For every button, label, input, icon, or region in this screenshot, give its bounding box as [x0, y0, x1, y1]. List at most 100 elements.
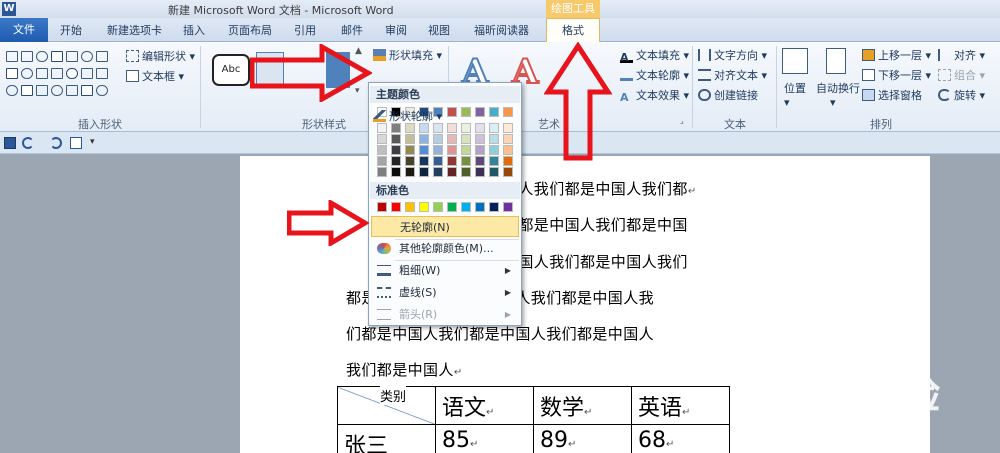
text-fill-button[interactable]: A 文本填充 ▾	[620, 47, 689, 64]
shape-curve-icon[interactable]	[21, 85, 33, 96]
theme-color-tint-swatch[interactable]	[447, 145, 457, 155]
customize-qat-icon[interactable]: ▾	[90, 137, 102, 149]
theme-color-tint-swatch[interactable]	[447, 123, 457, 133]
arrows-menu-item[interactable]: 箭头(R) ▶	[371, 304, 519, 325]
table-header-cell[interactable]: 数学↵	[533, 386, 632, 425]
standard-color-swatch[interactable]	[391, 202, 401, 212]
no-outline-menu-item[interactable]: 无轮廓(N)	[371, 216, 519, 237]
table-cell[interactable]: 85↵	[435, 424, 534, 453]
theme-color-tint-swatch[interactable]	[503, 134, 513, 144]
theme-color-swatch[interactable]	[489, 107, 499, 117]
theme-color-tint-swatch[interactable]	[475, 123, 485, 133]
shape-textbox-icon[interactable]	[21, 51, 33, 62]
theme-color-tint-swatch[interactable]	[433, 134, 443, 144]
theme-color-tint-swatch[interactable]	[419, 134, 429, 144]
standard-color-swatch[interactable]	[503, 202, 513, 212]
shape-freeform-icon[interactable]	[6, 85, 18, 96]
theme-color-tint-swatch[interactable]	[461, 156, 471, 166]
shape-more-icon[interactable]	[96, 85, 108, 96]
theme-color-tint-swatch[interactable]	[503, 156, 513, 166]
tab-format[interactable]: 格式	[546, 18, 600, 43]
selection-pane-button[interactable]: 选择窗格	[862, 87, 922, 103]
wrap-text-button[interactable]: 自动换行 ▾	[816, 80, 860, 109]
score-table[interactable]: 类别 语文↵ 数学↵ 英语↵ 张三 85↵ 89↵ 68↵	[337, 386, 730, 453]
theme-color-tint-swatch[interactable]	[475, 145, 485, 155]
weight-menu-item[interactable]: 粗细(W) ▶	[371, 260, 519, 281]
tab-new[interactable]: 新建选项卡	[107, 22, 162, 38]
theme-color-tint-swatch[interactable]	[377, 145, 387, 155]
table-cell[interactable]: 89↵	[533, 424, 632, 453]
theme-color-tint-swatch[interactable]	[489, 145, 499, 155]
table-header-cell-diagonal[interactable]: 类别	[337, 386, 436, 425]
standard-color-swatch[interactable]	[377, 202, 387, 212]
position-icon[interactable]	[782, 48, 808, 74]
theme-color-tint-swatch[interactable]	[489, 134, 499, 144]
tab-file[interactable]: 文件	[0, 18, 48, 42]
wrap-text-icon[interactable]	[826, 48, 846, 74]
dashes-menu-item[interactable]: 虚线(S) ▶	[371, 282, 519, 303]
shape-square-icon[interactable]	[6, 68, 18, 79]
theme-color-tint-swatch[interactable]	[433, 145, 443, 155]
theme-color-tint-swatch[interactable]	[461, 134, 471, 144]
theme-color-tint-swatch[interactable]	[461, 123, 471, 133]
shape-elbow-icon[interactable]	[51, 68, 63, 79]
theme-color-tint-swatch[interactable]	[461, 145, 471, 155]
tab-mailings[interactable]: 邮件	[341, 22, 363, 38]
theme-color-swatch[interactable]	[447, 107, 457, 117]
standard-color-swatch[interactable]	[447, 202, 457, 212]
theme-color-tint-swatch[interactable]	[447, 167, 457, 177]
theme-color-tint-swatch[interactable]	[377, 134, 387, 144]
theme-color-tint-swatch[interactable]	[475, 134, 485, 144]
tab-home[interactable]: 开始	[60, 22, 82, 38]
word-app-icon[interactable]: W	[2, 2, 16, 16]
table-cell[interactable]: 张三	[337, 424, 436, 453]
theme-color-tint-swatch[interactable]	[391, 167, 401, 177]
theme-color-tint-swatch[interactable]	[419, 145, 429, 155]
theme-color-tint-swatch[interactable]	[489, 123, 499, 133]
bring-forward-button[interactable]: 上移一层 ▾	[862, 47, 931, 63]
theme-color-tint-swatch[interactable]	[475, 156, 485, 166]
shape-fill-button[interactable]: 形状填充 ▾	[373, 47, 442, 63]
theme-color-tint-swatch[interactable]	[461, 167, 471, 177]
theme-color-tint-swatch[interactable]	[391, 134, 401, 144]
shape-arc-icon[interactable]	[36, 85, 48, 96]
theme-color-tint-swatch[interactable]	[419, 156, 429, 166]
send-backward-button[interactable]: 下移一层 ▾	[862, 67, 931, 83]
shape-brace-left-icon[interactable]	[66, 85, 78, 96]
theme-color-tint-swatch[interactable]	[475, 167, 485, 177]
position-button[interactable]: 位置 ▾	[784, 80, 806, 109]
theme-color-tint-swatch[interactable]	[433, 156, 443, 166]
tab-view[interactable]: 视图	[428, 22, 450, 38]
table-cell[interactable]: 68↵	[631, 424, 730, 453]
shape-pentagon-icon[interactable]	[96, 68, 108, 79]
edit-shape-button[interactable]: 编辑形状 ▾	[126, 48, 195, 64]
theme-color-swatch[interactable]	[475, 107, 485, 117]
shapes-gallery[interactable]	[6, 48, 116, 104]
theme-color-tint-swatch[interactable]	[377, 123, 387, 133]
align-button[interactable]: 对齐 ▾	[938, 47, 985, 63]
align-text-button[interactable]: 对齐文本 ▾	[698, 67, 767, 83]
tab-review[interactable]: 审阅	[385, 22, 407, 38]
text-outline-button[interactable]: 文本轮廓 ▾	[620, 67, 689, 83]
table-header-cell[interactable]: 语文↵	[435, 386, 534, 425]
theme-color-tint-swatch[interactable]	[489, 156, 499, 166]
theme-color-tint-swatch[interactable]	[433, 123, 443, 133]
text-direction-button[interactable]: 文字方向 ▾	[698, 47, 767, 63]
create-link-button[interactable]: 创建链接	[698, 87, 758, 103]
tab-foxit-reader[interactable]: 福昕阅读器	[474, 22, 529, 38]
redo-icon[interactable]	[50, 137, 62, 149]
save-icon[interactable]	[4, 137, 16, 149]
shape-arrow-line-icon[interactable]	[51, 51, 63, 62]
undo-icon[interactable]	[22, 137, 34, 149]
tab-insert[interactable]: 插入	[183, 22, 205, 38]
shape-down-arrow-icon[interactable]	[81, 68, 93, 79]
theme-color-tint-swatch[interactable]	[405, 123, 415, 133]
standard-color-swatch[interactable]	[419, 202, 429, 212]
shape-rounded-rect-icon[interactable]	[96, 51, 108, 62]
shape-triangle-icon[interactable]	[21, 68, 33, 79]
shape-line-icon[interactable]	[36, 51, 48, 62]
theme-color-tint-swatch[interactable]	[377, 167, 387, 177]
shape-rectangle-icon[interactable]	[6, 51, 18, 62]
shape-outline-button[interactable]: 形状轮廓 ▾	[373, 108, 442, 124]
standard-color-swatch[interactable]	[489, 202, 499, 212]
